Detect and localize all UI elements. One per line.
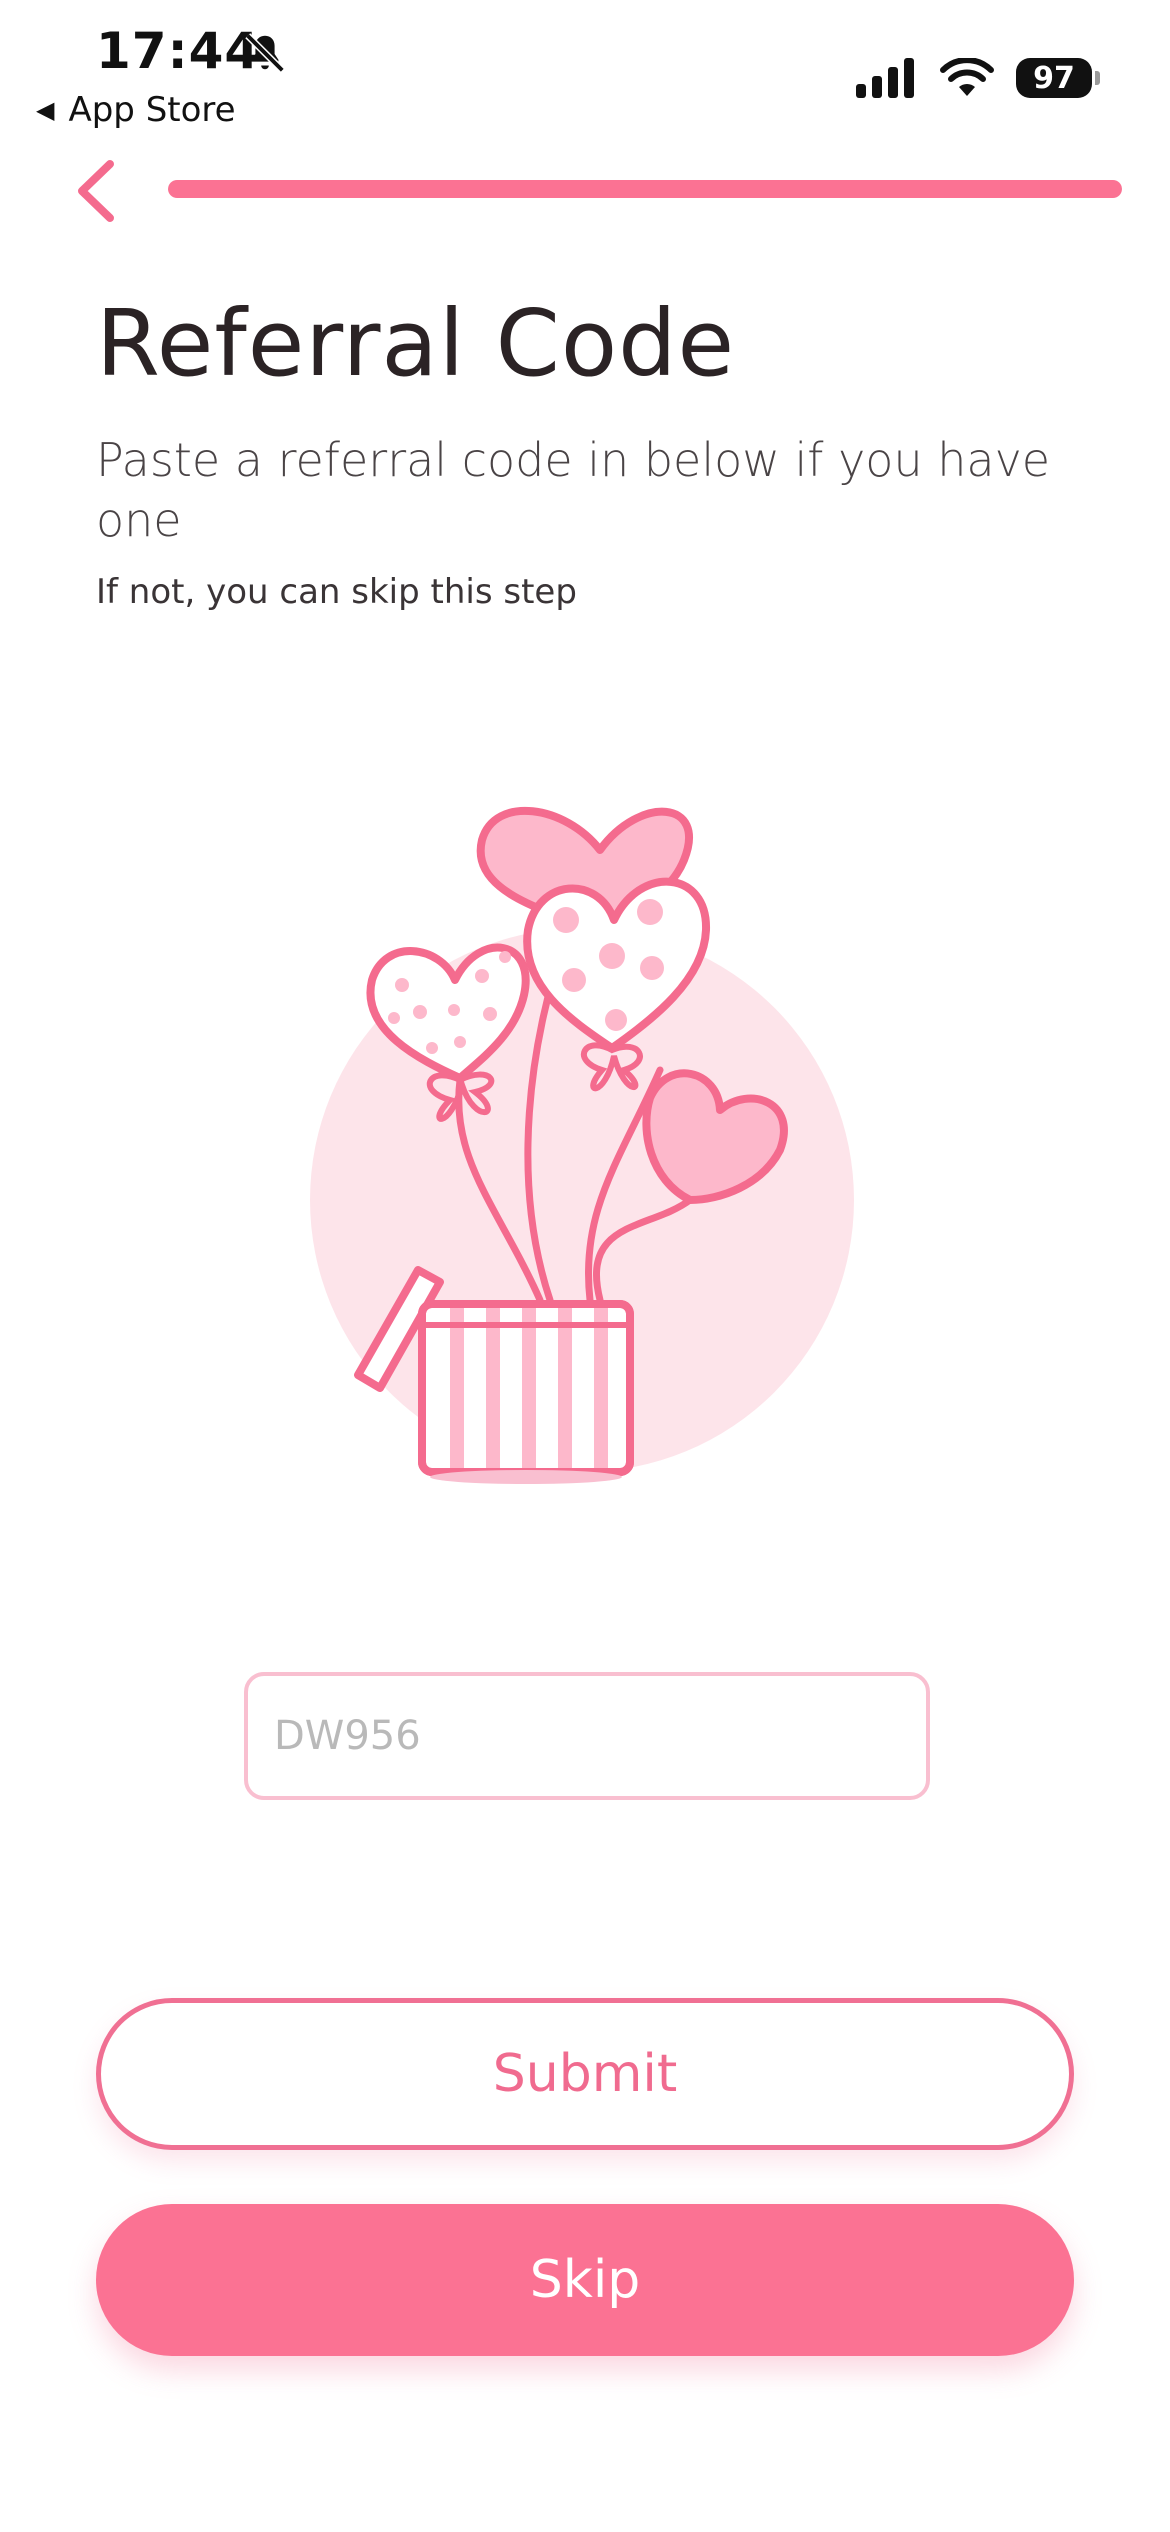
wifi-icon [940,58,994,96]
skip-button-label: Skip [529,2250,641,2310]
battery-level: 97 [1016,58,1092,98]
back-to-app-store[interactable]: ◀ App Store [36,90,236,130]
progress-bar-fill [168,180,1122,198]
bell-slash-icon [245,33,285,73]
battery-icon: 97 [1016,58,1100,98]
page-subtitle: Paste a referral code in below if you ha… [96,433,1051,547]
chevron-left-icon[interactable] [72,158,122,224]
battery-tip [1095,71,1100,85]
page-title: Referral Code [96,290,736,397]
gift-box [418,1300,634,1484]
referral-code-input[interactable] [244,1672,930,1800]
submit-button[interactable]: Submit [96,1998,1074,2150]
back-to-app-label: App Store [68,90,236,130]
heart-balloons-gift-box-illustration [310,806,854,1484]
skip-hint: If not, you can skip this step [96,572,577,612]
status-time: 17:44 [96,22,261,80]
submit-button-label: Submit [492,2044,678,2104]
status-indicators: 97 [856,58,1100,98]
cellular-signal-icon [856,58,914,98]
progress-bar [168,180,1122,198]
back-triangle-icon: ◀ [36,96,55,124]
skip-button[interactable]: Skip [96,2204,1074,2356]
